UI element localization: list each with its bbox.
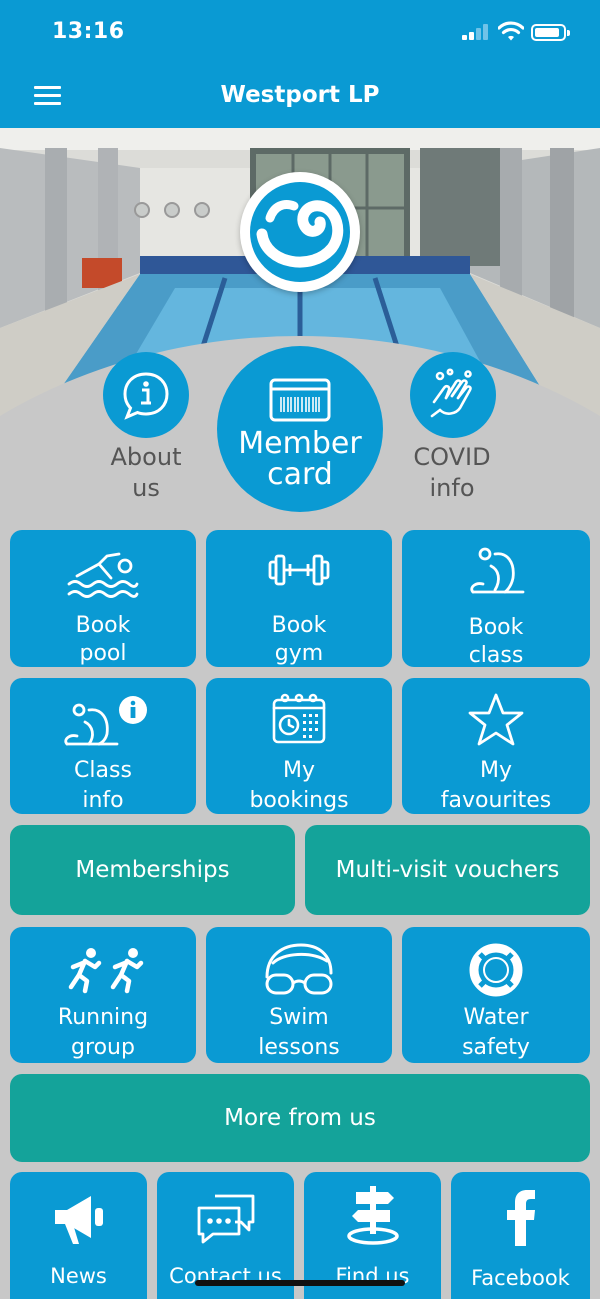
w-wave-logo <box>240 172 360 292</box>
status-bar: 13:16 <box>0 0 600 64</box>
life-ring-icon <box>469 943 523 997</box>
news-label: News <box>50 1264 107 1288</box>
multi-visit-vouchers-button[interactable]: Multi-visit vouchers <box>305 825 590 915</box>
book-gym-tile[interactable]: Book gym <box>206 530 392 667</box>
runners-icon <box>68 948 144 994</box>
book-pool-label: Book pool <box>75 613 131 666</box>
book-class-tile[interactable]: Book class <box>402 530 590 667</box>
barcode-card-icon <box>269 378 331 422</box>
info-speech-icon <box>123 372 169 420</box>
chat-bubbles-icon <box>197 1194 254 1244</box>
page-title: Westport LP <box>220 82 380 108</box>
more-from-us-button[interactable]: More from us <box>10 1074 590 1162</box>
signpost-icon <box>346 1186 399 1245</box>
swim-lessons-tile[interactable]: Swim lessons <box>206 927 392 1063</box>
status-time: 13:16 <box>52 19 125 44</box>
swimmer-icon <box>67 552 139 598</box>
news-tile[interactable]: News <box>10 1172 147 1299</box>
battery-icon <box>531 24 570 41</box>
member-card-label: Member card <box>238 426 362 492</box>
facebook-label: Facebook <box>471 1266 570 1290</box>
more-from-us-label: More from us <box>224 1105 376 1131</box>
star-icon <box>468 693 524 746</box>
my-favourites-tile[interactable]: My favourites <box>402 678 590 814</box>
my-bookings-tile[interactable]: My bookings <box>206 678 392 814</box>
class-info-label: Class info <box>74 758 132 813</box>
book-class-label: Book class <box>468 615 524 667</box>
my-bookings-label: My bookings <box>249 758 349 813</box>
about-us-label: About us <box>110 443 182 502</box>
covid-info-label: COVID info <box>413 443 491 502</box>
hand-wash-icon <box>430 368 472 418</box>
calendar-clock-icon <box>272 693 326 744</box>
swim-lessons-label: Swim lessons <box>258 1005 340 1060</box>
wifi-icon <box>498 21 524 41</box>
multi-visit-vouchers-label: Multi-visit vouchers <box>335 857 560 883</box>
nav-bar: Westport LP <box>0 64 600 128</box>
facebook-icon <box>506 1190 535 1246</box>
running-group-tile[interactable]: Running group <box>10 927 196 1063</box>
book-gym-label: Book gym <box>271 613 327 666</box>
cellular-signal-icon <box>462 24 490 40</box>
running-group-label: Running group <box>57 1005 149 1060</box>
about-us-button[interactable] <box>103 352 189 438</box>
my-favourites-label: My favourites <box>440 758 552 813</box>
megaphone-icon <box>54 1196 103 1244</box>
class-info-tile[interactable]: Class info <box>10 678 196 814</box>
yoga-info-icon <box>64 696 147 746</box>
swim-goggles-icon <box>265 943 333 995</box>
facebook-tile[interactable]: Facebook <box>451 1172 590 1299</box>
dumbbell-icon <box>268 554 330 586</box>
book-pool-tile[interactable]: Book pool <box>10 530 196 667</box>
water-safety-tile[interactable]: Water safety <box>402 927 590 1063</box>
covid-info-button[interactable] <box>410 352 496 438</box>
yoga-pose-icon <box>470 547 525 594</box>
water-safety-label: Water safety <box>462 1005 530 1060</box>
memberships-button[interactable]: Memberships <box>10 825 295 915</box>
home-indicator <box>195 1280 405 1286</box>
memberships-label: Memberships <box>75 857 230 883</box>
